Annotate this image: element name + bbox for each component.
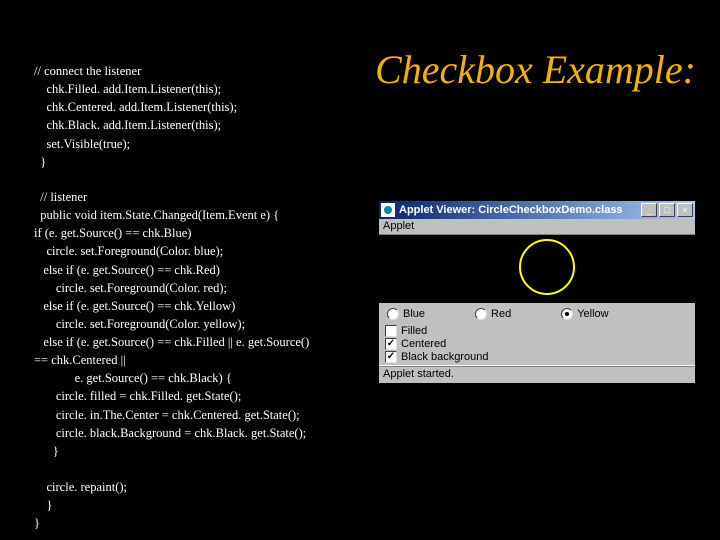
minimize-button[interactable]: _ [641,203,657,217]
code-block-2: // listener public void item.State.Chang… [34,188,374,532]
applet-window: Applet Viewer: CircleCheckboxDemo.class … [378,200,696,368]
radio-red[interactable]: Red [475,308,511,320]
controls-panel: Blue Red Yellow Filled ✓Centered ✓Black … [379,303,695,365]
check-black-label: Black background [401,351,488,363]
check-filled[interactable]: Filled [385,325,689,337]
options-check-group: Filled ✓Centered ✓Black background [385,325,689,363]
radio-blue-label: Blue [403,308,425,320]
color-radio-group: Blue Red Yellow [385,306,689,323]
titlebar: Applet Viewer: CircleCheckboxDemo.class … [379,201,695,219]
check-filled-label: Filled [401,325,427,337]
radio-yellow[interactable]: Yellow [561,308,608,320]
radio-blue[interactable]: Blue [387,308,425,320]
window-buttons: _ □ × [641,203,693,217]
radio-red-label: Red [491,308,511,320]
window-title: Applet Viewer: CircleCheckboxDemo.class [399,204,641,216]
status-bar: Applet started. [379,365,695,383]
yellow-circle [519,239,575,295]
code-block-1: // connect the listener chk.Filled. add.… [34,62,237,171]
check-centered-label: Centered [401,338,446,350]
radio-yellow-label: Yellow [577,308,608,320]
check-centered[interactable]: ✓Centered [385,338,689,350]
applet-canvas [379,235,695,303]
java-icon [381,203,395,217]
menu-bar: Applet [379,219,695,235]
close-button[interactable]: × [677,203,693,217]
slide-title: Checkbox Example: [375,46,696,93]
check-black[interactable]: ✓Black background [385,351,689,363]
menu-applet[interactable]: Applet [383,220,414,232]
maximize-button[interactable]: □ [659,203,675,217]
